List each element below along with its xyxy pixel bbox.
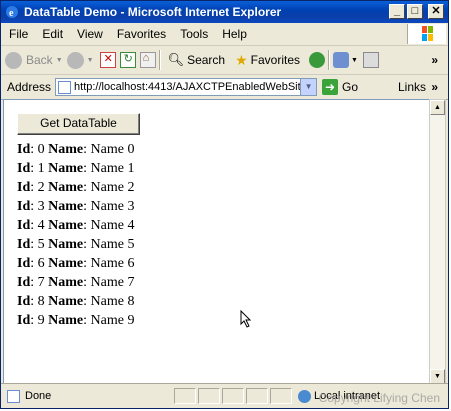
- back-label: Back: [26, 53, 53, 67]
- star-icon: ★: [235, 51, 248, 68]
- data-row: Id: 3 Name: Name 3: [17, 199, 135, 214]
- address-input[interactable]: http://localhost:4413/AJAXCTPEnabledWebS…: [55, 78, 318, 96]
- home-icon[interactable]: ⌂: [139, 52, 156, 68]
- data-row: Id: 0 Name: Name 0: [17, 142, 135, 157]
- windows-logo-icon: [407, 24, 446, 44]
- title-bar[interactable]: e DataTable Demo - Microsoft Internet Ex…: [1, 1, 448, 23]
- close-button[interactable]: ✕: [428, 4, 444, 19]
- favorites-label: Favorites: [250, 53, 301, 67]
- copyright-watermark: Copyright Lifying Chen: [318, 391, 440, 405]
- status-text: Done: [25, 390, 52, 402]
- intranet-icon: [298, 389, 311, 403]
- media-icon[interactable]: [309, 52, 326, 68]
- data-table-output: Id: 0 Name: Name 0 Id: 1 Name: Name 1 Id…: [17, 140, 134, 330]
- page-icon: [58, 80, 72, 94]
- address-url: http://localhost:4413/AJAXCTPEnabledWebS…: [74, 81, 301, 93]
- mail-dropdown-icon[interactable]: ▼: [351, 57, 358, 64]
- status-cell: [270, 388, 292, 404]
- menu-view[interactable]: View: [70, 27, 110, 41]
- status-cell: [174, 388, 196, 404]
- mouse-cursor-icon: [240, 310, 252, 328]
- data-row: Id: 1 Name: Name 1: [17, 161, 135, 176]
- page-status-icon: [7, 389, 20, 403]
- go-button[interactable]: ➜ Go: [322, 79, 358, 95]
- menu-tools[interactable]: Tools: [173, 27, 215, 41]
- data-row: Id: 2 Name: Name 2: [17, 180, 135, 195]
- forward-dropdown-icon[interactable]: ▼: [87, 57, 94, 64]
- favorites-button[interactable]: ★ Favorites: [235, 52, 300, 69]
- data-row: Id: 6 Name: Name 6: [17, 256, 135, 271]
- status-cell: [246, 388, 268, 404]
- forward-button[interactable]: ▼: [66, 51, 94, 69]
- toolbar-overflow-icon[interactable]: »: [431, 53, 438, 67]
- forward-arrow-icon: [66, 51, 84, 69]
- browser-window: e DataTable Demo - Microsoft Internet Ex…: [0, 0, 449, 409]
- stop-icon[interactable]: ✕: [99, 52, 116, 68]
- go-arrow-icon: ➜: [322, 79, 339, 95]
- status-text-area: Done: [7, 389, 172, 403]
- status-bar: Done Local intranet Copyright Lifying Ch…: [1, 383, 448, 408]
- menu-bar: File Edit View Favorites Tools Help: [1, 23, 448, 46]
- mail-icon[interactable]: [333, 52, 350, 68]
- address-label: Address: [7, 80, 52, 94]
- back-arrow-icon: [5, 51, 22, 69]
- scroll-up-icon[interactable]: ▲: [430, 100, 445, 115]
- vertical-scrollbar[interactable]: ▲ ▼: [429, 99, 446, 385]
- search-label: Search: [187, 53, 226, 67]
- refresh-icon[interactable]: ↻: [119, 52, 136, 68]
- svg-text:e: e: [9, 8, 14, 19]
- maximize-button[interactable]: □: [407, 4, 423, 19]
- page-content: Get DataTable Id: 0 Name: Name 0 Id: 1 N…: [3, 99, 430, 387]
- data-row: Id: 4 Name: Name 4: [17, 218, 135, 233]
- ie-logo-icon: e: [6, 6, 18, 19]
- address-bar: Address http://localhost:4413/AJAXCTPEna…: [1, 75, 448, 100]
- data-row: Id: 7 Name: Name 7: [17, 275, 135, 290]
- back-dropdown-icon[interactable]: ▼: [56, 57, 63, 64]
- menu-favorites[interactable]: Favorites: [110, 27, 173, 41]
- search-icon: 🔍︎: [167, 52, 185, 67]
- standard-toolbar: Back ▼ ▼ ✕ ↻ ⌂ 🔍︎ Search ★ Favorites ▼ »: [1, 46, 448, 75]
- toolbar-separator: [158, 50, 161, 70]
- status-cell: [222, 388, 244, 404]
- links-button[interactable]: Links: [398, 80, 426, 94]
- print-icon[interactable]: [362, 52, 379, 68]
- menu-file[interactable]: File: [1, 27, 35, 41]
- links-overflow-icon[interactable]: »: [431, 80, 438, 94]
- menu-help[interactable]: Help: [215, 27, 254, 41]
- go-label: Go: [342, 80, 359, 94]
- toolbar-separator: [328, 50, 331, 70]
- scroll-down-icon[interactable]: ▼: [430, 369, 445, 384]
- status-cell: [198, 388, 220, 404]
- address-dropdown-icon[interactable]: ▼: [300, 79, 317, 95]
- get-datatable-button[interactable]: Get DataTable: [17, 113, 140, 135]
- data-row: Id: 5 Name: Name 5: [17, 237, 135, 252]
- search-button[interactable]: 🔍︎ Search: [168, 52, 226, 68]
- menu-edit[interactable]: Edit: [35, 27, 70, 41]
- window-title: DataTable Demo - Microsoft Internet Expl…: [24, 5, 282, 19]
- minimize-button[interactable]: _: [389, 4, 405, 19]
- data-row: Id: 8 Name: Name 8: [17, 294, 135, 309]
- data-row: Id: 9 Name: Name 9: [17, 313, 135, 328]
- back-button[interactable]: Back ▼: [5, 51, 63, 69]
